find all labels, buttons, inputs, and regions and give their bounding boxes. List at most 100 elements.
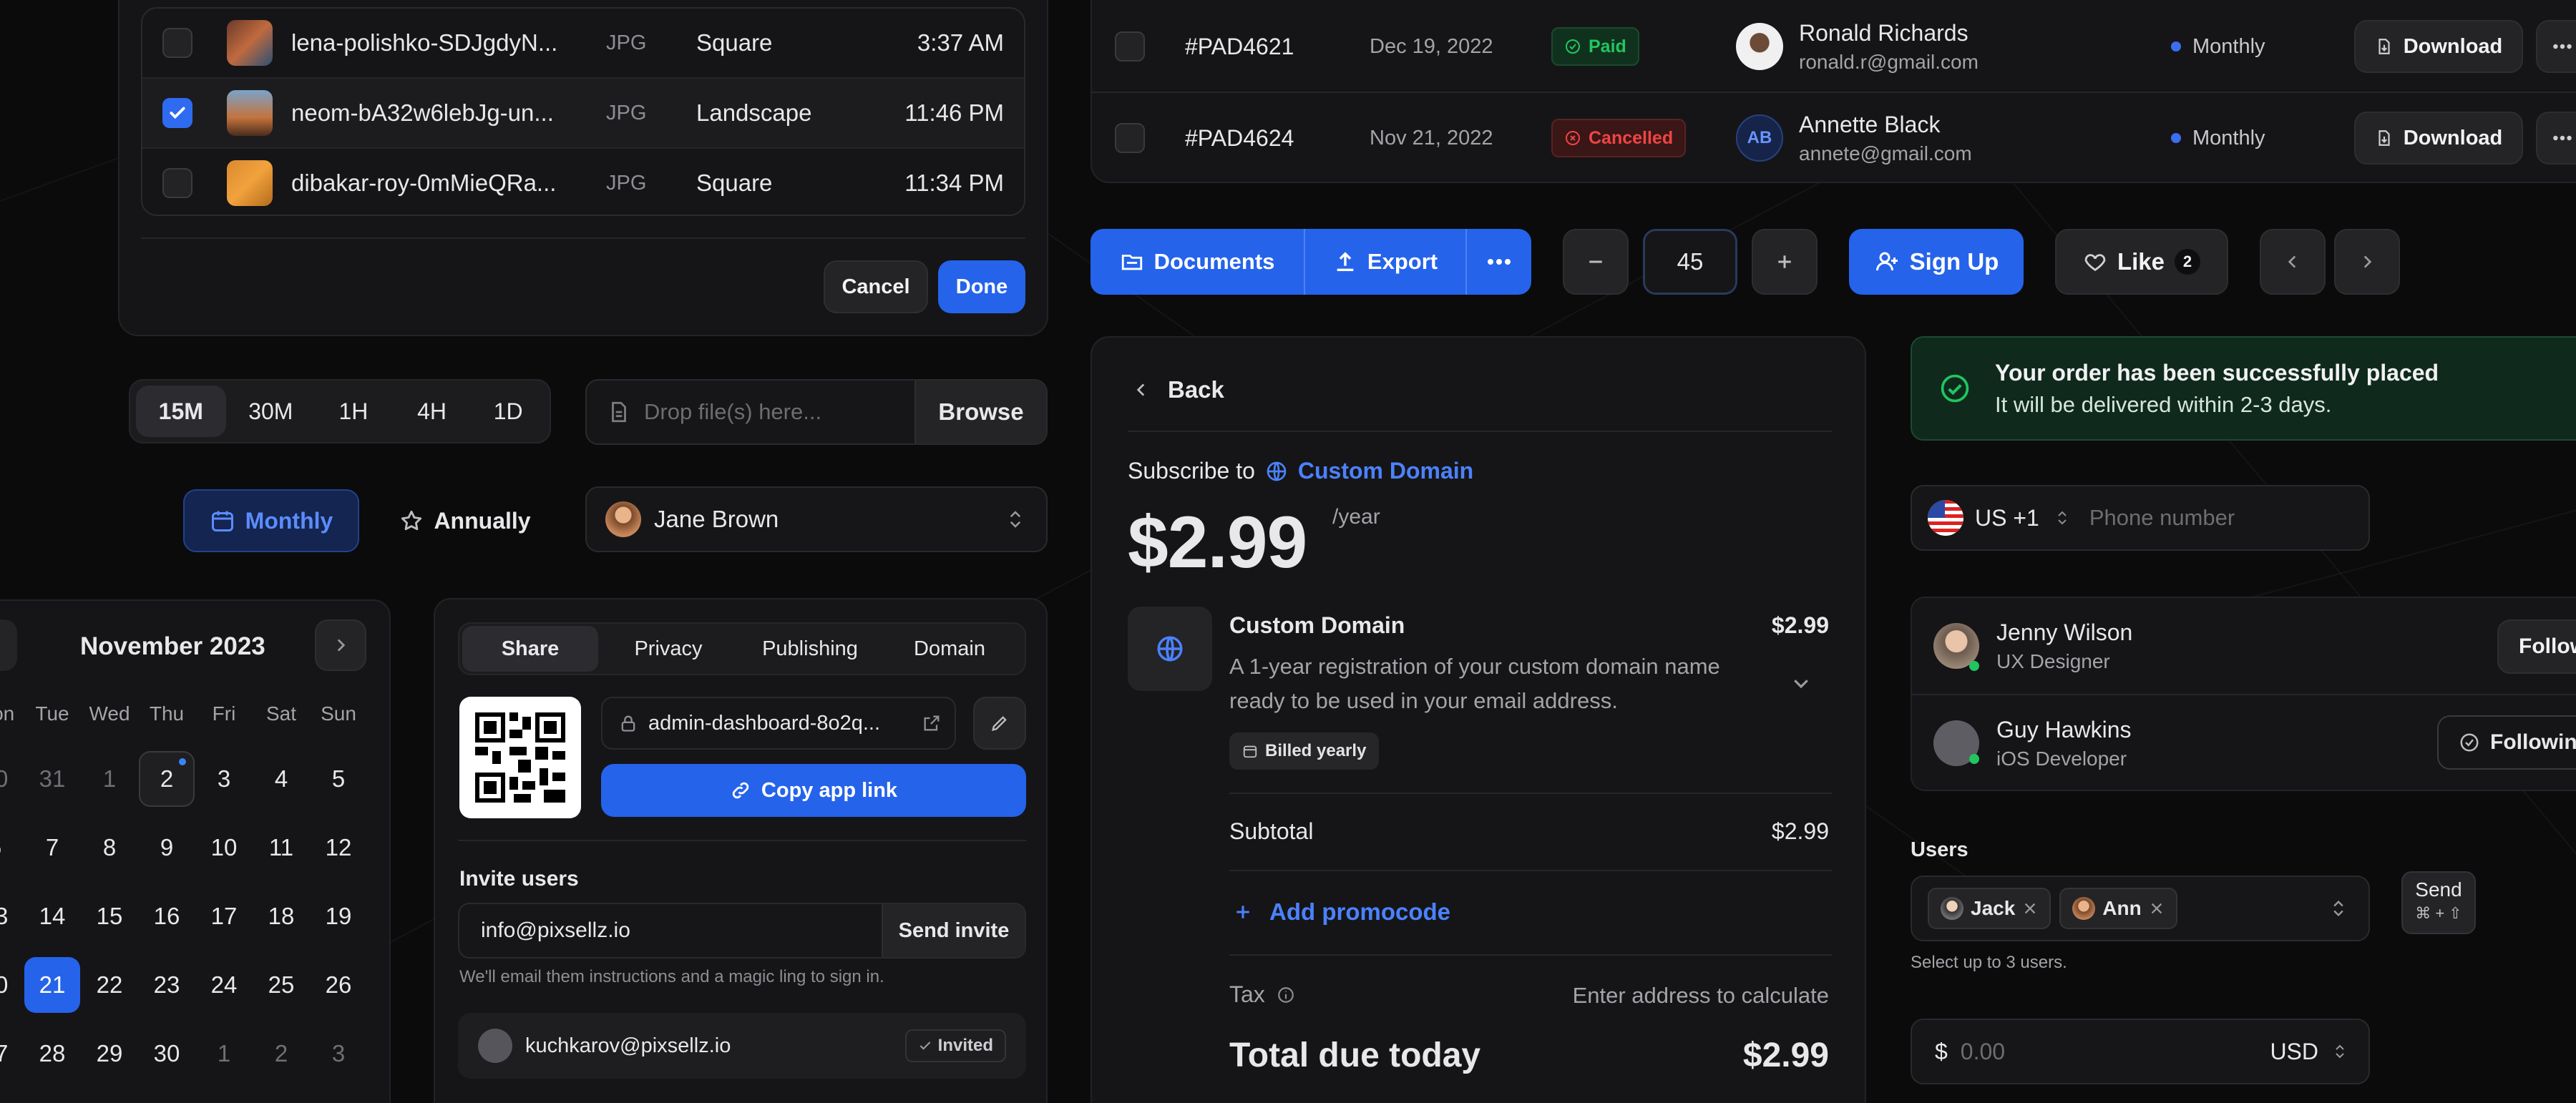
more-options-button[interactable]	[1467, 229, 1531, 295]
calendar-day-today[interactable]: 2	[139, 751, 195, 807]
edit-link-button[interactable]	[973, 697, 1026, 750]
currency-code[interactable]: USD	[2270, 1039, 2318, 1065]
calendar-day[interactable]: 1	[82, 751, 137, 807]
table-row[interactable]: lena-polishko-SDJgdyN... JPG Square 3:37…	[142, 9, 1024, 77]
calendar-day[interactable]: 11	[253, 820, 309, 876]
tab-publishing[interactable]: Publishing	[738, 626, 882, 672]
app-link-field[interactable]: admin-dashboard-8o2q...	[601, 697, 956, 750]
timeframe-1d[interactable]: 1D	[472, 386, 544, 437]
calendar-day[interactable]: 14	[24, 888, 80, 944]
timeframe-4h[interactable]: 4H	[394, 386, 470, 437]
calendar-day[interactable]: 31	[24, 751, 80, 807]
calendar-day[interactable]: 30	[139, 1026, 195, 1082]
calendar-day[interactable]: 23	[139, 957, 195, 1013]
row-more-button[interactable]	[2536, 112, 2576, 165]
calendar-day[interactable]: 20	[0, 957, 23, 1013]
download-button[interactable]: Download	[2354, 112, 2523, 165]
calendar-day[interactable]: 29	[82, 1026, 137, 1082]
user-select[interactable]: Jane Brown	[585, 486, 1048, 552]
plus-icon	[1778, 255, 1791, 268]
table-row[interactable]: dibakar-roy-0mMieQRa... JPG Square 11:34…	[142, 149, 1024, 215]
calendar-day[interactable]: 19	[311, 888, 366, 944]
table-row[interactable]: neom-bA32w6lebJg-un... JPG Landscape 11:…	[142, 79, 1024, 147]
calendar-day[interactable]: 12	[311, 820, 366, 876]
calendar-day[interactable]: 27	[0, 1026, 23, 1082]
chevron-down-icon[interactable]	[1790, 672, 1812, 694]
follow-button[interactable]: Follow	[2497, 619, 2576, 674]
row-checkbox[interactable]	[162, 168, 192, 198]
calendar-day[interactable]: 10	[196, 820, 252, 876]
tab-domain[interactable]: Domain	[882, 626, 1018, 672]
decrement-button[interactable]	[1563, 229, 1629, 295]
row-checkbox[interactable]	[1115, 31, 1145, 62]
monthly-toggle[interactable]: Monthly	[183, 489, 359, 552]
like-button[interactable]: Like 2	[2055, 229, 2228, 295]
timeframe-30m[interactable]: 30M	[229, 386, 313, 437]
calendar-day[interactable]: 25	[253, 957, 309, 1013]
close-icon[interactable]	[2022, 901, 2038, 916]
file-dropzone[interactable]: Drop file(s) here... Browse	[585, 379, 1048, 445]
calendar-prev-button[interactable]	[0, 619, 17, 671]
users-multiselect[interactable]: Jack Ann	[1911, 876, 2370, 941]
calendar-day[interactable]: 3	[311, 1026, 366, 1082]
export-button[interactable]: Export	[1305, 229, 1465, 295]
pagination-next-button[interactable]	[2334, 229, 2400, 295]
table-row[interactable]: #PAD4621 Dec 19, 2022 Paid Ronald Richards r…	[1092, 1, 2576, 92]
row-checkbox-checked[interactable]	[162, 98, 192, 128]
quantity-stepper-input[interactable]: 45	[1643, 229, 1737, 295]
customer-name: Ronald Richards	[1799, 19, 1968, 46]
calendar-day[interactable]: 22	[82, 957, 137, 1013]
currency-input[interactable]: $ 0.00 USD	[1911, 1019, 2370, 1084]
documents-button[interactable]: Documents	[1091, 229, 1304, 295]
calendar-day[interactable]: 15	[82, 888, 137, 944]
calendar-day[interactable]: 7	[24, 820, 80, 876]
timeframe-1h[interactable]: 1H	[316, 386, 391, 437]
calendar-day[interactable]: 28	[24, 1026, 80, 1082]
calendar-day[interactable]: 16	[139, 888, 195, 944]
row-checkbox[interactable]	[162, 28, 192, 58]
download-button[interactable]: Download	[2354, 20, 2523, 73]
file-name: neom-bA32w6lebJg-un...	[291, 99, 554, 126]
product-link[interactable]: Custom Domain	[1298, 458, 1473, 484]
annually-toggle[interactable]: Annually	[386, 489, 544, 552]
following-button[interactable]: Following	[2437, 715, 2576, 770]
calendar-day[interactable]: 4	[253, 751, 309, 807]
add-promocode-button[interactable]: Add promocode	[1232, 898, 1450, 926]
close-icon[interactable]	[2149, 901, 2165, 916]
calendar-day[interactable]: 30	[0, 751, 23, 807]
calendar-day-selected[interactable]: 21	[24, 957, 80, 1013]
calendar-day[interactable]: 13	[0, 888, 23, 944]
calendar-day[interactable]: 3	[196, 751, 252, 807]
calendar-day[interactable]: 1	[196, 1026, 252, 1082]
send-invite-button[interactable]: Send invite	[882, 904, 1025, 957]
back-button[interactable]: Back	[1132, 376, 1224, 403]
invite-email-input[interactable]: info@pixsellz.io Send invite	[458, 903, 1026, 959]
calendar-day[interactable]: 9	[139, 820, 195, 876]
calendar-day[interactable]: 18	[253, 888, 309, 944]
cancel-button[interactable]: Cancel	[824, 260, 928, 313]
row-more-button[interactable]	[2536, 20, 2576, 73]
phone-input[interactable]: US +1 Phone number	[1911, 485, 2370, 551]
sign-up-button[interactable]: Sign Up	[1849, 229, 2024, 295]
row-checkbox[interactable]	[1115, 123, 1145, 153]
calendar-day[interactable]: 2	[253, 1026, 309, 1082]
country-code[interactable]: US +1	[1975, 505, 2039, 531]
calendar-next-button[interactable]	[315, 619, 366, 671]
tab-share[interactable]: Share	[462, 626, 598, 672]
timeframe-15m[interactable]: 15M	[136, 386, 226, 437]
subtotal-label: Subtotal	[1229, 818, 1314, 844]
tab-privacy[interactable]: Privacy	[598, 626, 738, 672]
calendar-day[interactable]: 8	[82, 820, 137, 876]
pagination-prev-button[interactable]	[2260, 229, 2326, 295]
done-button[interactable]: Done	[938, 260, 1025, 313]
increment-button[interactable]	[1752, 229, 1818, 295]
copy-app-link-button[interactable]: Copy app link	[601, 764, 1026, 817]
table-row[interactable]: #PAD4624 Nov 21, 2022 Cancelled AB Annette B…	[1092, 93, 2576, 182]
calendar-day[interactable]: 17	[196, 888, 252, 944]
calendar-day[interactable]: 26	[311, 957, 366, 1013]
file-icon	[612, 401, 626, 423]
calendar-day[interactable]: 5	[311, 751, 366, 807]
calendar-day[interactable]: 24	[196, 957, 252, 1013]
browse-button[interactable]: Browse	[914, 381, 1046, 443]
calendar-day[interactable]: 6	[0, 820, 23, 876]
